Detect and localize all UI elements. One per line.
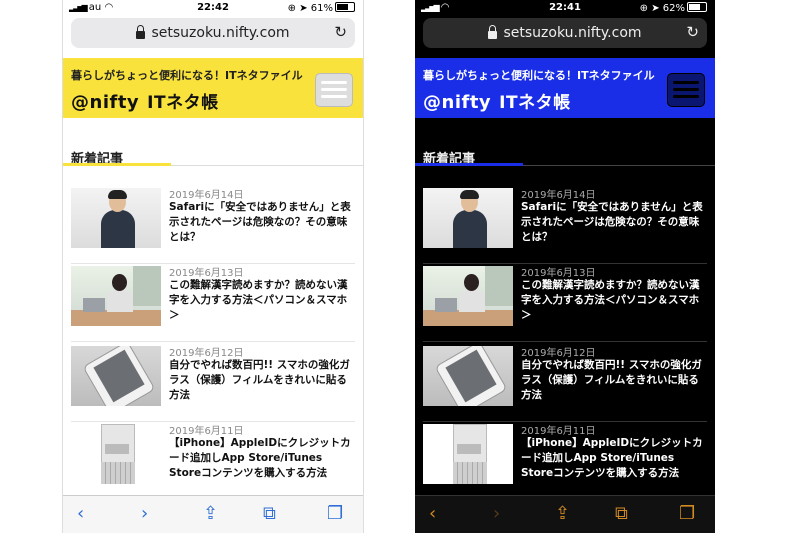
article-title[interactable]: この難解漢字読めますか？読めない漢字を入力する方法＜パソコン＆スマホ＞	[169, 278, 355, 323]
article-item[interactable]: 2019年6月11日 【iPhone】AppleIDにクレジットカード追加しAp…	[71, 424, 355, 494]
article-thumbnail[interactable]	[423, 266, 513, 326]
article-title[interactable]: 【iPhone】AppleIDにクレジットカード追加しApp Store/iTu…	[521, 436, 707, 481]
article-item[interactable]: 2019年6月13日 この難解漢字読めますか？読めない漢字を入力する方法＜パソコ…	[71, 266, 355, 342]
browser-toolbar: ‹ › ⇪ ⧉ ❐	[63, 495, 363, 533]
status-bar: ▂▃▅▆ au ◠ 22:42 ⊕ ➤ 61%	[63, 0, 363, 16]
site-header: 暮らしがちょっと便利になる！ITネタファイル @nifty ITネタ帳	[63, 58, 363, 118]
battery-icon	[335, 2, 355, 12]
article-thumbnail[interactable]	[71, 424, 161, 484]
lock-icon	[488, 25, 498, 39]
battery-percent: 61%	[310, 3, 333, 14]
forward-icon[interactable]: ›	[493, 504, 500, 524]
share-icon[interactable]: ⇪	[203, 504, 218, 524]
battery-percent: 62%	[662, 3, 685, 14]
back-icon[interactable]: ‹	[77, 504, 84, 524]
article-date: 2019年6月14日	[169, 190, 244, 201]
tabs-icon[interactable]: ❐	[327, 504, 343, 524]
article-date: 2019年6月11日	[521, 426, 596, 437]
article-item[interactable]: 2019年6月14日 Safariに「安全ではありません」と表示されたページは危…	[423, 188, 707, 264]
section-accent-bar	[415, 163, 523, 166]
article-title[interactable]: Safariに「安全ではありません」と表示されたページは危険なの？その意味とは？	[169, 200, 355, 245]
article-item[interactable]: 2019年6月13日 この難解漢字読めますか？読めない漢字を入力する方法＜パソコ…	[423, 266, 707, 342]
article-thumbnail[interactable]	[71, 266, 161, 326]
location-icon: ➤	[299, 3, 308, 14]
address-bar[interactable]: setsuzoku.nifty.com ↻	[71, 18, 355, 48]
url-text: setsuzoku.nifty.com	[503, 25, 642, 41]
article-thumbnail[interactable]	[71, 188, 161, 248]
dark-mode-screen: ▂▃▅▆ ◠ 22:41 ⊕ ➤ 62% setsuzoku.nifty.com…	[415, 0, 715, 533]
article-thumbnail[interactable]	[423, 188, 513, 248]
article-thumbnail[interactable]	[423, 346, 513, 406]
address-bar[interactable]: setsuzoku.nifty.com ↻	[423, 18, 707, 48]
article-item[interactable]: 2019年6月12日 自分でやれば数百円!! スマホの強化ガラス（保護）フィルム…	[71, 346, 355, 422]
site-logo[interactable]: @nifty ITネタ帳	[71, 88, 219, 113]
divider	[423, 341, 707, 342]
article-title[interactable]: 【iPhone】AppleIDにクレジットカード追加しApp Store/iTu…	[169, 436, 355, 481]
reload-icon[interactable]: ↻	[334, 23, 347, 41]
light-mode-screen: ▂▃▅▆ au ◠ 22:42 ⊕ ➤ 61% setsuzoku.nifty.…	[62, 0, 364, 533]
article-item[interactable]: 2019年6月12日 自分でやれば数百円!! スマホの強化ガラス（保護）フィルム…	[423, 346, 707, 422]
article-title[interactable]: Safariに「安全ではありません」と表示されたページは危険なの？その意味とは？	[521, 200, 707, 245]
article-item[interactable]: 2019年6月11日 【iPhone】AppleIDにクレジットカード追加しAp…	[423, 424, 707, 494]
article-item[interactable]: 2019年6月14日 Safariに「安全ではありません」と表示されたページは危…	[71, 188, 355, 264]
back-icon[interactable]: ‹	[429, 504, 436, 524]
share-icon[interactable]: ⇪	[555, 504, 570, 524]
hamburger-menu-button[interactable]	[667, 73, 705, 107]
section-accent-bar	[63, 163, 171, 166]
article-date: 2019年6月12日	[521, 348, 596, 359]
hamburger-menu-button[interactable]	[315, 73, 353, 107]
location-icon: ➤	[651, 3, 660, 14]
bookmarks-icon[interactable]: ⧉	[263, 504, 276, 524]
site-tagline: 暮らしがちょっと便利になる！ITネタファイル	[71, 69, 303, 82]
article-thumbnail[interactable]	[71, 346, 161, 406]
article-date: 2019年6月11日	[169, 426, 244, 437]
url-text: setsuzoku.nifty.com	[151, 25, 290, 41]
site-header: 暮らしがちょっと便利になる！ITネタファイル @nifty ITネタ帳	[415, 58, 715, 118]
bookmarks-icon[interactable]: ⧉	[615, 504, 628, 524]
article-title[interactable]: この難解漢字読めますか？読めない漢字を入力する方法＜パソコン＆スマホ＞	[521, 278, 707, 323]
article-date: 2019年6月13日	[169, 268, 244, 279]
article-title[interactable]: 自分でやれば数百円!! スマホの強化ガラス（保護）フィルムをきれいに貼る方法	[521, 358, 707, 403]
divider	[71, 341, 355, 342]
browser-toolbar: ‹ › ⇪ ⧉ ❐	[415, 495, 715, 533]
site-logo[interactable]: @nifty ITネタ帳	[423, 88, 571, 113]
article-date: 2019年6月12日	[169, 348, 244, 359]
lock-icon	[136, 25, 146, 39]
tabs-icon[interactable]: ❐	[679, 504, 695, 524]
article-date: 2019年6月14日	[521, 190, 596, 201]
rotation-lock-icon: ⊕	[287, 3, 296, 14]
site-tagline: 暮らしがちょっと便利になる！ITネタファイル	[423, 69, 655, 82]
battery-icon	[687, 2, 707, 12]
article-thumbnail[interactable]	[423, 424, 513, 484]
forward-icon[interactable]: ›	[141, 504, 148, 524]
rotation-lock-icon: ⊕	[639, 3, 648, 14]
status-bar: ▂▃▅▆ ◠ 22:41 ⊕ ➤ 62%	[415, 0, 715, 16]
reload-icon[interactable]: ↻	[686, 23, 699, 41]
article-title[interactable]: 自分でやれば数百円!! スマホの強化ガラス（保護）フィルムをきれいに貼る方法	[169, 358, 355, 403]
article-date: 2019年6月13日	[521, 268, 596, 279]
